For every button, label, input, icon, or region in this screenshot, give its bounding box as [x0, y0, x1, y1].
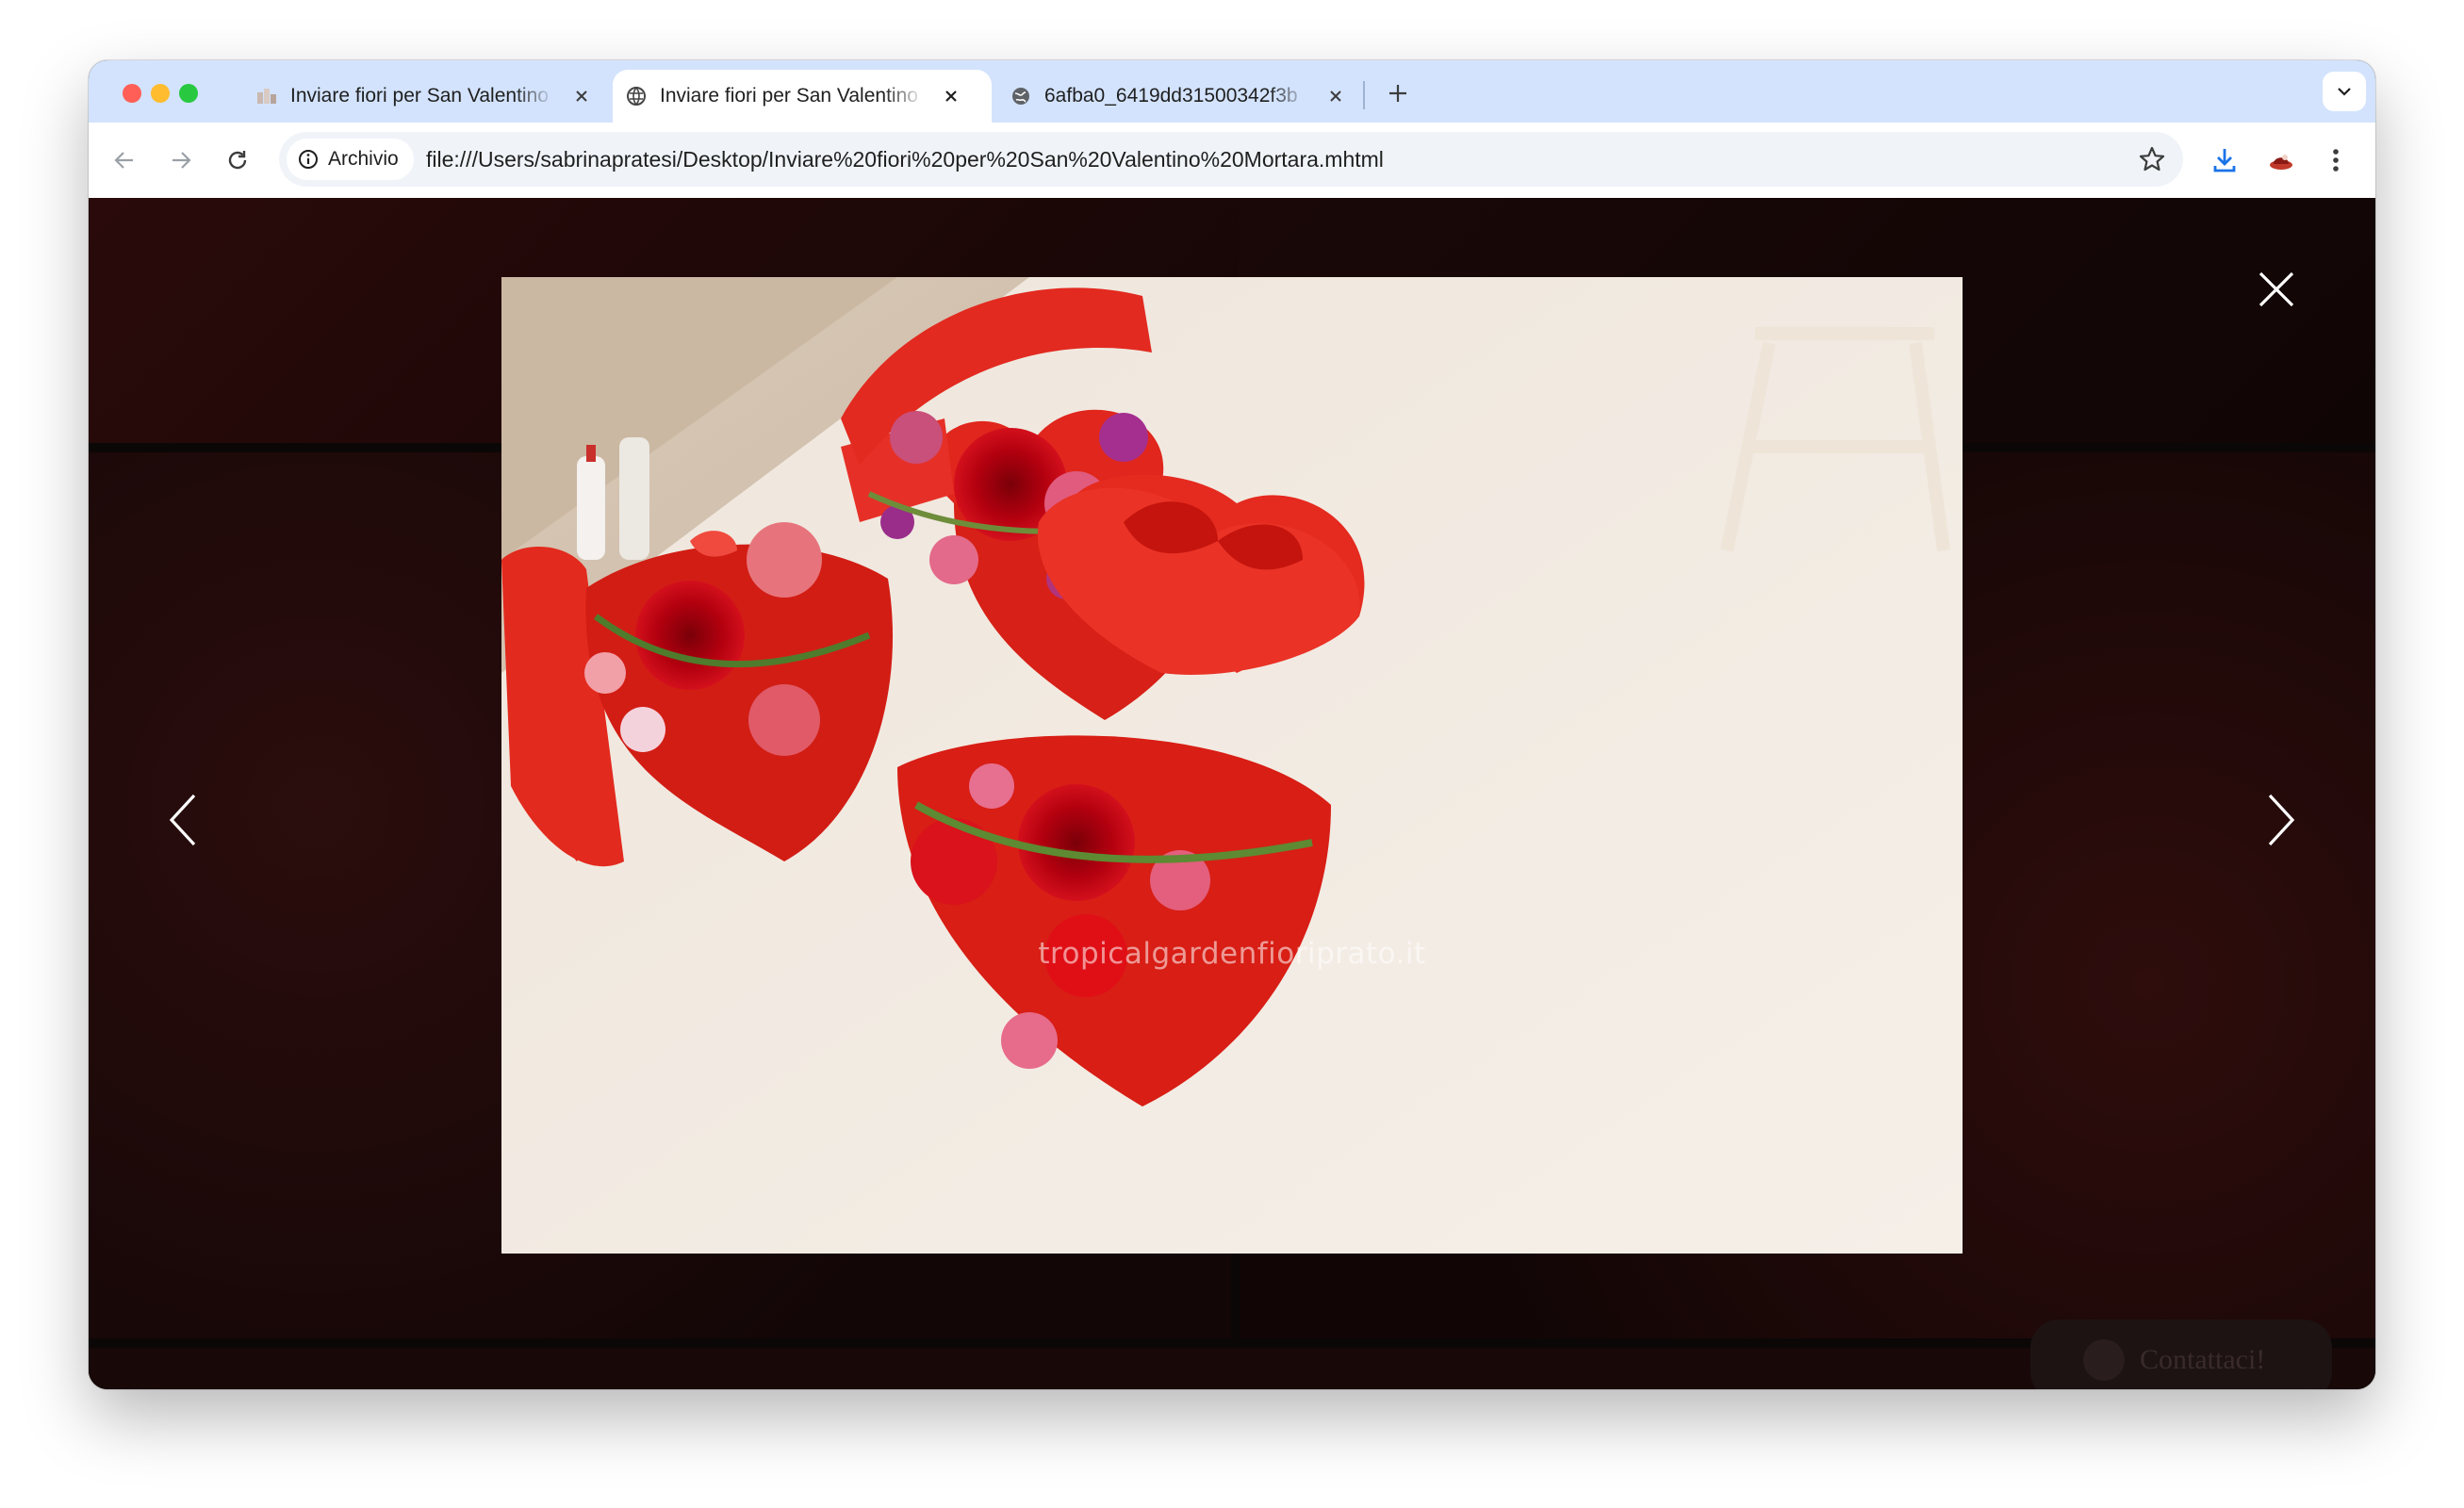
tab-2-active[interactable]: Inviare fiori per San Valentino	[613, 70, 992, 123]
plus-icon	[1389, 85, 1406, 102]
close-tab-icon[interactable]	[569, 84, 594, 108]
star-icon[interactable]	[2138, 145, 2166, 173]
address-bar[interactable]: Archivio file:///Users/sabrinapratesi/De…	[279, 132, 2183, 187]
tab-separator	[1363, 81, 1365, 109]
forward-button[interactable]	[162, 141, 200, 179]
globe-icon	[1012, 88, 1029, 105]
close-tab-icon[interactable]	[939, 84, 963, 108]
browser-menu-button[interactable]	[2317, 141, 2355, 179]
tab-title: Inviare fiori per San Valentino	[660, 85, 918, 107]
reload-button[interactable]	[219, 141, 256, 179]
arrow-left-icon	[114, 152, 133, 169]
reload-icon	[228, 151, 247, 170]
close-icon[interactable]	[2257, 270, 2296, 309]
browser-window: Inviare fiori per San Valentino Inviare …	[89, 60, 2375, 1389]
arrow-right-icon	[172, 152, 191, 169]
maximize-window-button[interactable]	[179, 84, 198, 103]
site-favicon-icon	[257, 89, 276, 104]
tab-title: Inviare fiori per San Valentino	[290, 85, 549, 107]
tab-search-button[interactable]	[2323, 72, 2366, 111]
url-text[interactable]: file:///Users/sabrinapratesi/Desktop/Inv…	[426, 132, 1384, 187]
page-content: tropicalgardenfioriprato.it Contattaci!	[89, 198, 2375, 1389]
new-tab-button[interactable]	[1382, 77, 1414, 109]
chevron-left-icon[interactable]	[164, 792, 202, 848]
tab-title: 6afba0_6419dd31500342f3b	[1044, 85, 1298, 107]
close-tab-icon[interactable]	[1323, 84, 1348, 108]
back-button[interactable]	[106, 141, 143, 179]
tab-strip: Inviare fiori per San Valentino Inviare …	[89, 60, 2375, 123]
globe-icon	[627, 87, 646, 106]
lightbox-image: tropicalgardenfioriprato.it	[501, 277, 1963, 1254]
download-icon	[2213, 149, 2236, 172]
info-icon	[299, 150, 318, 169]
tab-1[interactable]: Inviare fiori per San Valentino	[247, 70, 615, 123]
kebab-menu-icon	[2333, 149, 2339, 172]
chevron-down-icon	[2338, 88, 2351, 96]
image-watermark: tropicalgardenfioriprato.it	[1038, 937, 1426, 971]
chevron-right-icon[interactable]	[2262, 792, 2300, 848]
close-window-button[interactable]	[123, 84, 141, 103]
heart-box-flowers-photo	[501, 277, 1963, 1254]
extension-button[interactable]	[2262, 141, 2300, 179]
browser-toolbar: Archivio file:///Users/sabrinapratesi/De…	[89, 123, 2375, 199]
tab-3[interactable]: 6afba0_6419dd31500342f3b	[1001, 70, 1369, 123]
contact-label: Contattaci!	[2140, 1344, 2266, 1375]
contact-button[interactable]: Contattaci!	[2030, 1320, 2332, 1389]
extension-icon	[2270, 155, 2292, 170]
site-info-label: Archivio	[328, 148, 399, 170]
minimize-window-button[interactable]	[151, 84, 170, 103]
user-icon	[2083, 1339, 2125, 1381]
site-info-chip[interactable]: Archivio	[287, 139, 414, 180]
download-button[interactable]	[2206, 141, 2243, 179]
